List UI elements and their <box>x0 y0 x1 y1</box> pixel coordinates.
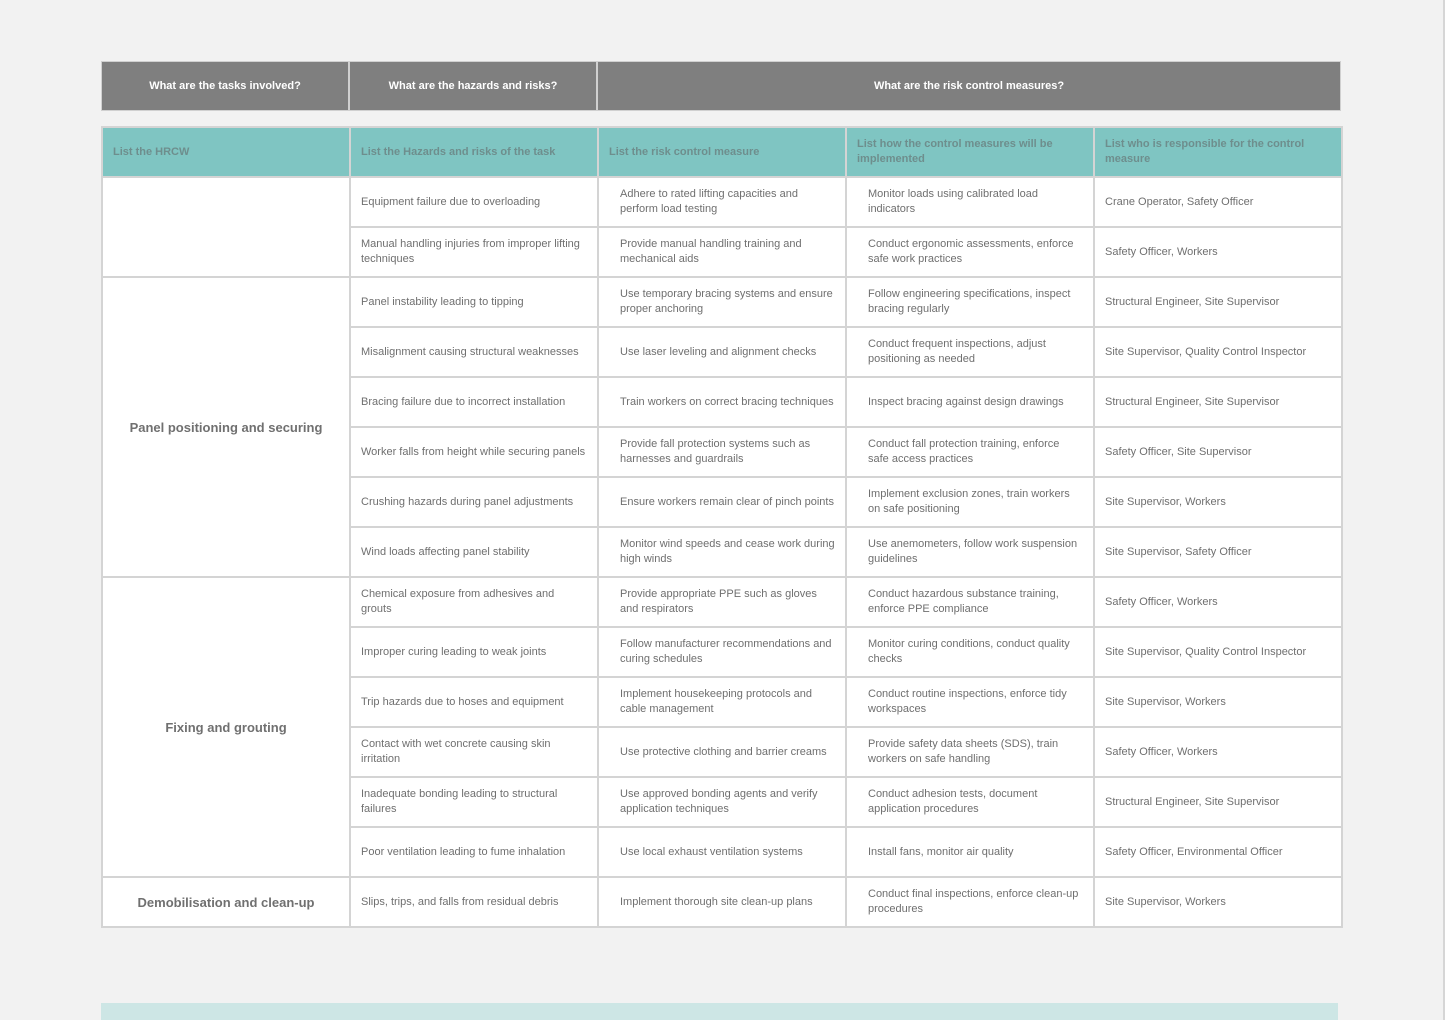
implementation-cell: Conduct routine inspections, enforce tid… <box>845 676 1095 728</box>
responsible-cell: Safety Officer, Workers <box>1093 576 1343 628</box>
implementation-cell: Conduct final inspections, enforce clean… <box>845 876 1095 928</box>
responsible-cell: Site Supervisor, Quality Control Inspect… <box>1093 326 1343 378</box>
implementation-cell: Inspect bracing against design drawings <box>845 376 1095 428</box>
column-header-row: List the HRCW List the Hazards and risks… <box>101 126 1343 178</box>
responsible-cell: Crane Operator, Safety Officer <box>1093 176 1343 228</box>
measure-cell: Use temporary bracing systems and ensure… <box>597 276 847 328</box>
column-header-hazards: List the Hazards and risks of the task <box>349 126 599 178</box>
table-body: Equipment failure due to overloading Adhe… <box>101 176 1343 928</box>
measure-cell: Use approved bonding agents and verify a… <box>597 776 847 828</box>
hazard-cell: Wind loads affecting panel stability <box>349 526 599 578</box>
responsible-cell: Site Supervisor, Workers <box>1093 476 1343 528</box>
measure-cell: Provide manual handling training and mec… <box>597 226 847 278</box>
measure-cell: Train workers on correct bracing techniq… <box>597 376 847 428</box>
task-cell: Fixing and grouting <box>101 576 351 878</box>
table-row: Panel positioning and securing Panel inst… <box>101 276 1343 578</box>
responsible-cell: Site Supervisor, Workers <box>1093 876 1343 928</box>
implementation-cell: Conduct fall protection training, enforc… <box>845 426 1095 478</box>
hazard-cell: Slips, trips, and falls from residual de… <box>349 876 599 928</box>
task-cell: Demobilisation and clean-up <box>101 876 351 928</box>
implementation-cell: Provide safety data sheets (SDS), train … <box>845 726 1095 778</box>
hazard-cell: Panel instability leading to tipping <box>349 276 599 328</box>
hazard-cell: Poor ventilation leading to fume inhalat… <box>349 826 599 878</box>
responsible-cell: Structural Engineer, Site Supervisor <box>1093 376 1343 428</box>
measure-cell: Follow manufacturer recommendations and … <box>597 626 847 678</box>
hazard-cell: Equipment failure due to overloading <box>349 176 599 228</box>
implementation-cell: Conduct frequent inspections, adjust pos… <box>845 326 1095 378</box>
measure-cell: Monitor wind speeds and cease work durin… <box>597 526 847 578</box>
table-row: Demobilisation and clean-up Slips, trips,… <box>101 876 1343 928</box>
hazard-cell: Worker falls from height while securing … <box>349 426 599 478</box>
implementation-cell: Implement exclusion zones, train workers… <box>845 476 1095 528</box>
responsible-cell: Safety Officer, Environmental Officer <box>1093 826 1343 878</box>
measure-cell: Use laser leveling and alignment checks <box>597 326 847 378</box>
implementation-cell: Monitor loads using calibrated load indi… <box>845 176 1095 228</box>
hazard-cell: Manual handling injuries from improper l… <box>349 226 599 278</box>
column-header-hrcw: List the HRCW <box>101 126 351 178</box>
implementation-cell: Monitor curing conditions, conduct quali… <box>845 626 1095 678</box>
hazard-cell: Improper curing leading to weak joints <box>349 626 599 678</box>
responsible-cell: Structural Engineer, Site Supervisor <box>1093 776 1343 828</box>
header-controls: What are the risk control measures? <box>597 61 1341 111</box>
responsible-cell: Safety Officer, Workers <box>1093 226 1343 278</box>
table-row: Equipment failure due to overloading Adhe… <box>101 176 1343 278</box>
measure-cell: Ensure workers remain clear of pinch poi… <box>597 476 847 528</box>
task-cell <box>101 176 351 278</box>
footer-band <box>101 1003 1338 1020</box>
responsible-cell: Site Supervisor, Quality Control Inspect… <box>1093 626 1343 678</box>
hazard-cell: Crushing hazards during panel adjustment… <box>349 476 599 528</box>
hazard-cell: Inadequate bonding leading to structural… <box>349 776 599 828</box>
responsible-cell: Site Supervisor, Workers <box>1093 676 1343 728</box>
measure-cell: Use protective clothing and barrier crea… <box>597 726 847 778</box>
implementation-cell: Conduct hazardous substance training, en… <box>845 576 1095 628</box>
header-hazards: What are the hazards and risks? <box>349 61 597 111</box>
measure-cell: Implement housekeeping protocols and cab… <box>597 676 847 728</box>
hazard-cell: Contact with wet concrete causing skin i… <box>349 726 599 778</box>
hazard-cell: Misalignment causing structural weakness… <box>349 326 599 378</box>
measure-cell: Implement thorough site clean-up plans <box>597 876 847 928</box>
table-row: Fixing and grouting Chemical exposure fro… <box>101 576 1343 878</box>
hazard-cell: Bracing failure due to incorrect install… <box>349 376 599 428</box>
measure-cell: Adhere to rated lifting capacities and p… <box>597 176 847 228</box>
responsible-cell: Safety Officer, Site Supervisor <box>1093 426 1343 478</box>
measure-cell: Use local exhaust ventilation systems <box>597 826 847 878</box>
measure-cell: Provide appropriate PPE such as gloves a… <box>597 576 847 628</box>
column-header-responsible: List who is responsible for the control … <box>1093 126 1343 178</box>
implementation-cell: Install fans, monitor air quality <box>845 826 1095 878</box>
responsible-cell: Structural Engineer, Site Supervisor <box>1093 276 1343 328</box>
section-header-row: What are the tasks involved? What are th… <box>101 61 1341 111</box>
hazard-cell: Chemical exposure from adhesives and gro… <box>349 576 599 628</box>
risk-assessment-table: List the HRCW List the Hazards and risks… <box>101 126 1343 928</box>
implementation-cell: Follow engineering specifications, inspe… <box>845 276 1095 328</box>
implementation-cell: Conduct adhesion tests, document applica… <box>845 776 1095 828</box>
implementation-cell: Use anemometers, follow work suspension … <box>845 526 1095 578</box>
column-header-implementation: List how the control measures will be im… <box>845 126 1095 178</box>
responsible-cell: Site Supervisor, Safety Officer <box>1093 526 1343 578</box>
measure-cell: Provide fall protection systems such as … <box>597 426 847 478</box>
implementation-cell: Conduct ergonomic assessments, enforce s… <box>845 226 1095 278</box>
hazard-cell: Trip hazards due to hoses and equipment <box>349 676 599 728</box>
column-header-measure: List the risk control measure <box>597 126 847 178</box>
header-tasks: What are the tasks involved? <box>101 61 349 111</box>
responsible-cell: Safety Officer, Workers <box>1093 726 1343 778</box>
task-cell: Panel positioning and securing <box>101 276 351 578</box>
